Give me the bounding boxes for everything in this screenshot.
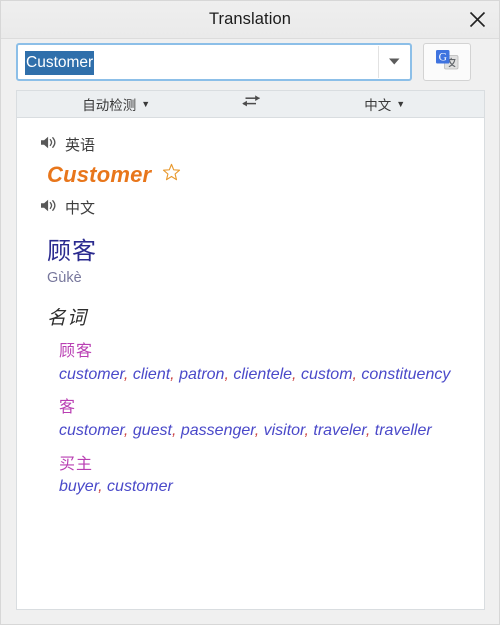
source-language-name: 英语: [65, 137, 96, 154]
search-row: Customer G: [16, 43, 487, 83]
close-button[interactable]: [455, 1, 499, 38]
source-term-row: Customer: [17, 162, 484, 188]
pinyin-transcription: Gùkè: [47, 270, 82, 286]
target-term: 顾客: [47, 238, 97, 265]
sense-glosses: buyer, customer: [59, 478, 173, 496]
swap-arrows-icon: [241, 94, 261, 114]
chevron-down-icon: ▼: [396, 98, 406, 109]
translate-button[interactable]: G: [423, 43, 471, 81]
part-of-speech-label: 名词: [47, 308, 88, 329]
speaker-icon[interactable]: [40, 198, 57, 218]
sense-entry: 买主 buyer, customer: [17, 454, 484, 499]
svg-text:G: G: [439, 51, 447, 63]
sense-glosses: customer, client, patron, clientele, cus…: [59, 365, 451, 383]
sense-entry: 顾客 customer, client, patron, clientele, c…: [17, 341, 484, 386]
google-translate-icon: G: [434, 48, 460, 77]
search-input[interactable]: [20, 47, 377, 77]
language-bar: 自动检测 ▼ 中文 ▼: [16, 90, 485, 117]
page-title: Translation: [208, 10, 292, 28]
swap-languages-button[interactable]: [216, 94, 286, 114]
close-icon: [469, 11, 486, 28]
target-language-row: 中文: [17, 197, 484, 218]
search-input-wrap[interactable]: Customer: [19, 46, 378, 78]
search-combobox[interactable]: Customer: [16, 43, 412, 81]
sense-term[interactable]: 买主: [59, 454, 458, 476]
source-language-row: 英语: [17, 134, 484, 155]
title-bar: Translation: [1, 1, 499, 39]
target-language-selector[interactable]: 中文 ▼: [286, 91, 485, 117]
translation-window: Translation Customer G 自动检测 ▼ 中文 ▼ 英语 Cu…: [0, 0, 500, 625]
sense-glosses: customer, guest, passenger, visitor, tra…: [59, 421, 432, 439]
speaker-icon[interactable]: [40, 135, 57, 155]
search-dropdown-button[interactable]: [378, 46, 409, 78]
sense-term[interactable]: 客: [59, 397, 458, 419]
sense-entry: 客 customer, guest, passenger, visitor, tr…: [17, 397, 484, 442]
target-language-name: 中文: [65, 200, 96, 217]
chevron-down-icon: ▼: [141, 98, 151, 109]
source-language-label: 自动检测: [82, 98, 137, 113]
senses-list: 顾客 customer, client, patron, clientele, c…: [17, 341, 484, 499]
source-language-selector[interactable]: 自动检测 ▼: [17, 91, 216, 117]
sense-term[interactable]: 顾客: [59, 341, 458, 363]
target-language-label: 中文: [364, 98, 392, 113]
star-outline-icon[interactable]: [162, 163, 181, 187]
chevron-down-icon: [388, 53, 401, 71]
translation-result-panel: 英语 Customer 中文 顾客 Gùkè 名词 顾客 customer, c…: [16, 117, 485, 610]
source-term: Customer: [47, 162, 152, 187]
